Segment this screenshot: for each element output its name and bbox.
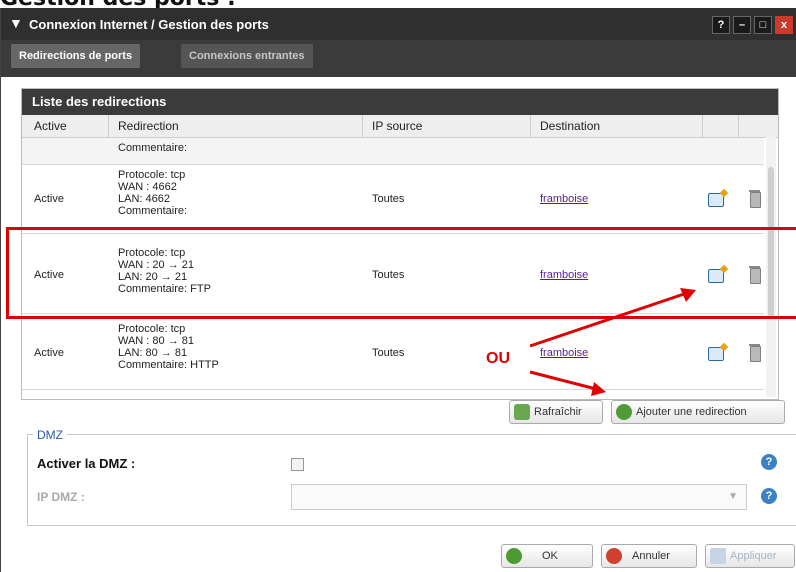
window-title: Connexion Internet / Gestion des ports — [29, 17, 269, 32]
dmz-ip-label: IP DMZ : — [37, 490, 85, 504]
column-destination[interactable]: Destination — [540, 119, 600, 133]
row-lan: LAN: 80 → 81 — [118, 347, 188, 359]
dmz-legend: DMZ — [33, 428, 67, 442]
cancel-label: Annuler — [632, 550, 670, 562]
tab-port-redirections[interactable]: Redirections de ports — [11, 44, 141, 68]
highlight-box — [6, 227, 796, 319]
column-separator — [530, 115, 531, 137]
chevron-down-icon: ▼ — [728, 491, 738, 502]
delete-icon[interactable] — [749, 190, 761, 208]
table-row[interactable]: Active Protocole: tcp WAN : 4662 LAN: 46… — [22, 165, 764, 234]
apply-label: Appliquer — [730, 550, 777, 562]
column-separator — [738, 115, 739, 137]
panel-header: Liste des redirections — [22, 89, 778, 115]
row-comment: Commentaire: — [118, 205, 188, 217]
tab-incoming-connections[interactable]: Connexions entrantes — [181, 44, 313, 68]
apply-button[interactable]: Appliquer — [705, 544, 795, 568]
add-label: Ajouter une redirection — [636, 406, 747, 418]
edit-icon[interactable] — [708, 347, 724, 361]
ok-label: OK — [542, 550, 558, 562]
column-redirection[interactable]: Redirection — [118, 119, 179, 133]
row-ip-source: Toutes — [372, 347, 405, 359]
row-protocol: Protocole: tcp — [118, 323, 186, 335]
row-destination-link[interactable]: framboise — [540, 193, 588, 205]
row-comment: Commentaire: HTTP — [118, 359, 219, 371]
column-ip-source[interactable]: IP source — [372, 119, 422, 133]
row-redirection-details: Protocole: tcp WAN : 4662 LAN: 4662 Comm… — [118, 169, 187, 217]
add-icon — [616, 404, 632, 420]
title-bar: ▼ Connexion Internet / Gestion des ports… — [1, 8, 796, 40]
panel-title: Liste des redirections — [32, 94, 167, 109]
row-comment: Commentaire: — [118, 142, 188, 154]
cancel-icon — [606, 548, 622, 564]
enable-dmz-label: Activer la DMZ : — [37, 456, 136, 471]
refresh-icon — [514, 404, 530, 420]
row-redirection-details: Protocole: tcp WAN : 80 → 81 LAN: 80 → 8… — [118, 323, 219, 371]
row-wan: WAN : 80 → 81 — [118, 335, 195, 347]
table-header: Active Redirection IP source Destination — [22, 115, 778, 138]
refresh-button[interactable]: Rafraîchir — [509, 400, 603, 424]
ok-button[interactable]: OK — [501, 544, 593, 568]
row-destination-link[interactable]: framboise — [540, 347, 588, 359]
freebox-logo-icon: ▼ — [9, 15, 23, 31]
add-redirection-button[interactable]: Ajouter une redirection — [611, 400, 785, 424]
dmz-fieldset — [27, 434, 796, 526]
help-icon[interactable]: ? — [761, 454, 777, 470]
edit-icon[interactable] — [708, 193, 724, 207]
row-status: Active — [34, 347, 64, 359]
row-status: Active — [34, 193, 64, 205]
maximize-button[interactable]: □ — [754, 16, 772, 34]
window-controls: ? – □ x — [712, 16, 793, 34]
row-protocol: Protocole: tcp — [118, 169, 186, 181]
dmz-ip-select[interactable]: ▼ — [291, 484, 747, 510]
row-lan: LAN: 4662 — [118, 193, 170, 205]
tab-bar: Redirections de ports Connexions entrant… — [1, 40, 796, 77]
enable-dmz-checkbox[interactable] — [291, 458, 304, 471]
help-icon[interactable]: ? — [761, 488, 777, 504]
close-button[interactable]: x — [775, 16, 793, 34]
save-icon — [710, 548, 726, 564]
refresh-label: Rafraîchir — [534, 406, 582, 418]
row-ip-source: Toutes — [372, 193, 405, 205]
annotation-ou: OU — [486, 350, 510, 367]
cancel-button[interactable]: Annuler — [601, 544, 697, 568]
help-window-button[interactable]: ? — [712, 16, 730, 34]
row-wan: WAN : 4662 — [118, 181, 177, 193]
column-active[interactable]: Active — [34, 119, 67, 133]
table-row[interactable]: Commentaire: — [22, 138, 764, 165]
column-separator — [362, 115, 363, 137]
table-row[interactable]: Active Protocole: tcp WAN : 80 → 81 LAN:… — [22, 317, 764, 390]
column-separator — [702, 115, 703, 137]
minimize-button[interactable]: – — [733, 16, 751, 34]
column-separator — [108, 115, 109, 137]
delete-icon[interactable] — [749, 344, 761, 362]
check-icon — [506, 548, 522, 564]
